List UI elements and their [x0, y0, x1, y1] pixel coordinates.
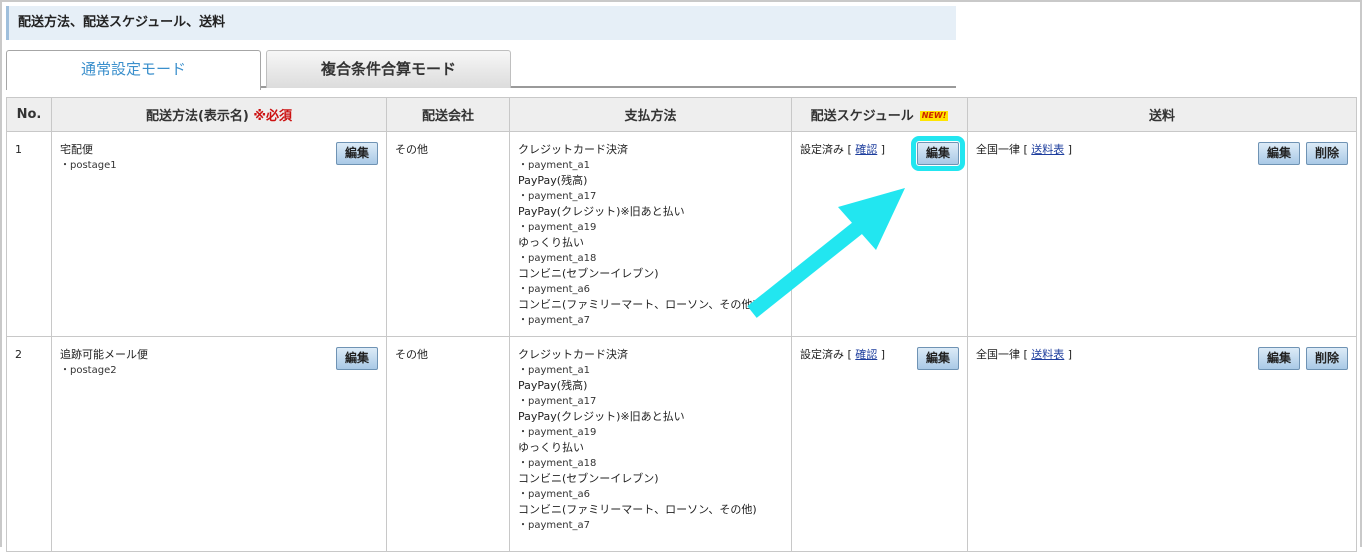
tab-normal-mode[interactable]: 通常設定モード [6, 50, 261, 90]
new-badge: NEW! [919, 111, 949, 121]
payment-code: ・payment_a1 [518, 364, 591, 376]
payment-line: クレジットカード決済 [518, 348, 628, 361]
shipping-cell: 全国一律 [ 送料表 ] 編集 削除 [967, 131, 1357, 337]
header-schedule: 配送スケジュール NEW! [791, 97, 968, 132]
payment-code: ・payment_a19 [518, 426, 597, 438]
bracket-close: ] [880, 348, 886, 361]
payment-code: ・payment_a1 [518, 159, 591, 171]
shipping-table: No. 配送方法(表示名) ※必須 配送会社 支払方法 配送スケジュール NEW!… [6, 97, 1357, 552]
bracket-open: [ [1023, 143, 1028, 156]
header-schedule-label: 配送スケジュール [810, 109, 914, 124]
schedule-status: 設定済み [800, 143, 844, 156]
payment-code: ・payment_a18 [518, 252, 597, 264]
payment-cell: クレジットカード決済 ・payment_a1 PayPay(残高) ・payme… [509, 336, 792, 552]
payment-code: ・payment_a7 [518, 519, 591, 531]
schedule-confirm-link[interactable]: 確認 [855, 143, 877, 156]
required-mark: ※必須 [253, 109, 293, 124]
payment-line: PayPay(クレジット)※旧あと払い [518, 205, 685, 218]
method-code: ・postage1 [60, 159, 117, 171]
method-edit-button[interactable]: 編集 [335, 142, 378, 165]
schedule-edit-button[interactable]: 編集 [910, 136, 966, 171]
schedule-edit-button[interactable]: 編集 [916, 347, 959, 370]
payment-line: コンビニ(セブンーイレブン) [518, 472, 659, 485]
table-header-row: No. 配送方法(表示名) ※必須 配送会社 支払方法 配送スケジュール NEW!… [6, 97, 1357, 132]
method-cell: 追跡可能メール便 ・postage2 編集 [51, 336, 387, 552]
payment-code: ・payment_a17 [518, 395, 597, 407]
bracket-open: [ [1023, 348, 1028, 361]
shipping-cell: 全国一律 [ 送料表 ] 編集 削除 [967, 336, 1357, 552]
mode-tabs: 通常設定モード 複合条件合算モード [6, 50, 956, 90]
schedule-cell: 設定済み [ 確認 ] 編集 [791, 131, 968, 337]
header-shipping: 送料 [967, 97, 1357, 132]
payment-line: PayPay(残高) [518, 379, 588, 392]
bracket-open: [ [847, 348, 852, 361]
bracket-close: ] [880, 143, 886, 156]
header-payment: 支払方法 [509, 97, 792, 132]
table-row: 2 追跡可能メール便 ・postage2 編集 その他 クレジットカード決済 ・… [6, 336, 1357, 552]
payment-line: PayPay(残高) [518, 174, 588, 187]
method-name: 宅配便 [60, 143, 93, 156]
schedule-cell: 設定済み [ 確認 ] 編集 [791, 336, 968, 552]
payment-code: ・payment_a17 [518, 190, 597, 202]
payment-cell: クレジットカード決済 ・payment_a1 PayPay(残高) ・payme… [509, 131, 792, 337]
payment-line: ゆっくり払い [518, 236, 584, 249]
bracket-close: ] [1067, 143, 1073, 156]
section-title: 配送方法、配送スケジュール、送料 [6, 6, 956, 40]
payment-line: PayPay(クレジット)※旧あと払い [518, 410, 685, 423]
payment-line: コンビニ(ファミリーマート、ローソン、その他) [518, 503, 757, 516]
header-method: 配送方法(表示名) ※必須 [51, 97, 387, 132]
shipping-edit-button[interactable]: 編集 [1257, 142, 1300, 165]
shipping-table-link[interactable]: 送料表 [1031, 348, 1064, 361]
header-carrier: 配送会社 [386, 97, 510, 132]
shipping-edit-button[interactable]: 編集 [1257, 347, 1300, 370]
header-no: No. [6, 97, 52, 132]
method-edit-button[interactable]: 編集 [335, 347, 378, 370]
schedule-status: 設定済み [800, 348, 844, 361]
bracket-open: [ [847, 143, 852, 156]
payment-line: コンビニ(ファミリーマート、ローソン、その他) [518, 298, 757, 311]
carrier-cell: その他 [386, 336, 510, 552]
method-name: 追跡可能メール便 [60, 348, 148, 361]
payment-code: ・payment_a19 [518, 221, 597, 233]
payment-code: ・payment_a6 [518, 488, 591, 500]
header-method-label: 配送方法(表示名) [145, 109, 249, 124]
payment-line: ゆっくり払い [518, 441, 584, 454]
row-no: 2 [6, 336, 52, 552]
shipping-type: 全国一律 [976, 348, 1020, 361]
payment-code: ・payment_a7 [518, 314, 591, 326]
shipping-type: 全国一律 [976, 143, 1020, 156]
schedule-confirm-link[interactable]: 確認 [855, 348, 877, 361]
shipping-table-link[interactable]: 送料表 [1031, 143, 1064, 156]
shipping-delete-button[interactable]: 削除 [1305, 142, 1348, 165]
payment-code: ・payment_a6 [518, 283, 591, 295]
payment-line: コンビニ(セブンーイレブン) [518, 267, 659, 280]
carrier-cell: その他 [386, 131, 510, 337]
shipping-delete-button[interactable]: 削除 [1305, 347, 1348, 370]
tab-combined-mode[interactable]: 複合条件合算モード [266, 50, 511, 88]
payment-line: クレジットカード決済 [518, 143, 628, 156]
bracket-close: ] [1067, 348, 1073, 361]
table-row: 1 宅配便 ・postage1 編集 その他 クレジットカード決済 ・payme… [6, 131, 1357, 337]
row-no: 1 [6, 131, 52, 337]
method-cell: 宅配便 ・postage1 編集 [51, 131, 387, 337]
method-code: ・postage2 [60, 364, 117, 376]
payment-code: ・payment_a18 [518, 457, 597, 469]
